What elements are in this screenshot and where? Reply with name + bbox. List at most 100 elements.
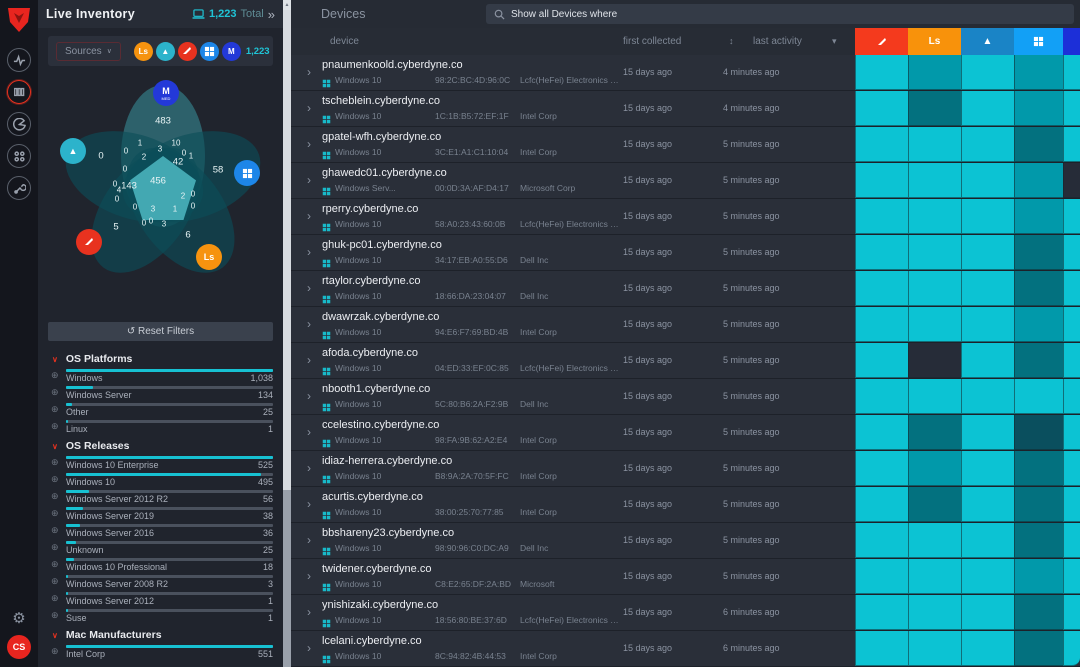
source-status-cell[interactable] xyxy=(1014,235,1063,270)
device-name[interactable]: twidener.cyberdyne.co xyxy=(322,563,431,575)
source-status-cell[interactable] xyxy=(855,235,908,270)
source-status-cell[interactable] xyxy=(908,199,961,234)
source-status-cell[interactable] xyxy=(1014,523,1063,558)
expand-row-icon[interactable]: › xyxy=(307,497,311,511)
source-status-cell[interactable] xyxy=(1063,55,1080,90)
filter-item[interactable]: ⊕Other25 xyxy=(52,401,273,418)
sources-dropdown[interactable]: Sources ∨ xyxy=(56,42,121,61)
scrollbar-thumb[interactable] xyxy=(283,10,291,490)
device-name[interactable]: ynishizaki.cyberdyne.co xyxy=(322,599,438,611)
device-name[interactable]: gpatel-wfh.cyberdyne.co xyxy=(322,131,441,143)
expand-row-icon[interactable]: › xyxy=(307,65,311,79)
device-name[interactable]: idiaz-herrera.cyberdyne.co xyxy=(322,455,452,467)
source-status-cell[interactable] xyxy=(855,163,908,198)
windows-source-column[interactable] xyxy=(1014,28,1063,55)
source-status-cell[interactable] xyxy=(908,307,961,342)
source-status-cell[interactable] xyxy=(1014,55,1063,90)
source-status-cell[interactable] xyxy=(908,523,961,558)
source-status-cell[interactable] xyxy=(961,523,1014,558)
source-status-cell[interactable] xyxy=(1014,127,1063,162)
expand-row-icon[interactable]: › xyxy=(307,281,311,295)
filter-item[interactable]: ⊕Windows Server 2008 R23 xyxy=(52,573,273,590)
source-status-cell[interactable] xyxy=(1014,451,1063,486)
add-filter-icon[interactable]: ⊕ xyxy=(51,387,59,398)
sources-venn-diagram[interactable]: 4834561434258560131002010040200130003MME… xyxy=(58,86,268,286)
source-status-cell[interactable] xyxy=(1063,379,1080,414)
source-status-cell[interactable] xyxy=(855,559,908,594)
device-row[interactable]: ›gpatel-wfh.cyberdyne.coWindows 103C:E1:… xyxy=(291,127,1080,162)
source-status-cell[interactable] xyxy=(961,91,1014,126)
source-status-cell[interactable] xyxy=(1014,631,1063,666)
source-status-cell[interactable] xyxy=(1014,595,1063,630)
source-status-cell[interactable] xyxy=(855,91,908,126)
device-row[interactable]: ›idiaz-herrera.cyberdyne.coWindows 10B8:… xyxy=(291,451,1080,486)
device-name[interactable]: pnaumenkoold.cyberdyne.co xyxy=(322,59,463,71)
source-status-cell[interactable] xyxy=(855,523,908,558)
filter-item[interactable]: ⊕Unknown25 xyxy=(52,539,273,556)
scroll-up-icon[interactable]: ▲ xyxy=(283,0,291,10)
expand-row-icon[interactable]: › xyxy=(307,569,311,583)
source-status-cell[interactable] xyxy=(1063,415,1080,450)
expand-row-icon[interactable]: › xyxy=(307,605,311,619)
device-name[interactable]: ccelestino.cyberdyne.co xyxy=(322,419,439,431)
add-filter-icon[interactable]: ⊕ xyxy=(51,474,59,485)
source-status-cell[interactable] xyxy=(1014,307,1063,342)
ls-source-icon[interactable]: Ls xyxy=(196,244,222,270)
source-status-cell[interactable] xyxy=(961,415,1014,450)
add-filter-icon[interactable]: ⊕ xyxy=(51,491,59,502)
filter-item[interactable]: ⊕Windows Server 201938 xyxy=(52,505,273,522)
source-status-cell[interactable] xyxy=(961,127,1014,162)
source-status-cell[interactable] xyxy=(908,271,961,306)
windows-source-icon[interactable] xyxy=(200,42,219,61)
device-name[interactable]: rperry.cyberdyne.co xyxy=(322,203,418,215)
add-filter-icon[interactable]: ⊕ xyxy=(51,646,59,657)
column-last-activity[interactable]: last activity xyxy=(753,36,802,47)
device-row[interactable]: ›twidener.cyberdyne.coWindows 10C8:E2:65… xyxy=(291,559,1080,594)
filter-section-title[interactable]: ∨OS Platforms xyxy=(38,348,283,367)
source-status-cell[interactable] xyxy=(908,631,961,666)
source-status-cell[interactable] xyxy=(908,163,961,198)
reset-filters-button[interactable]: ↺ Reset Filters xyxy=(48,322,273,341)
source-status-cell[interactable] xyxy=(1063,163,1080,198)
source-status-cell[interactable] xyxy=(1063,307,1080,342)
expand-row-icon[interactable]: › xyxy=(307,173,311,187)
source-status-cell[interactable] xyxy=(855,199,908,234)
device-row[interactable]: ›rperry.cyberdyne.coWindows 1058:A0:23:4… xyxy=(291,199,1080,234)
source-status-cell[interactable] xyxy=(961,631,1014,666)
source-status-cell[interactable] xyxy=(961,379,1014,414)
add-filter-icon[interactable]: ⊕ xyxy=(51,421,59,432)
device-name[interactable]: ghuk-pc01.cyberdyne.co xyxy=(322,239,442,251)
source-status-cell[interactable] xyxy=(908,559,961,594)
source-status-cell[interactable] xyxy=(855,55,908,90)
expand-row-icon[interactable]: › xyxy=(307,353,311,367)
device-name[interactable]: rtaylor.cyberdyne.co xyxy=(322,275,420,287)
source-status-cell[interactable] xyxy=(855,415,908,450)
source-status-cell[interactable] xyxy=(1063,595,1080,630)
source-status-cell[interactable] xyxy=(908,343,961,378)
device-row[interactable]: ›lcelani.cyberdyne.coWindows 108C:94:82:… xyxy=(291,631,1080,666)
column-first-collected[interactable]: first collected xyxy=(623,36,681,47)
device-row[interactable]: ›dwawrzak.cyberdyne.coWindows 1094:E6:F7… xyxy=(291,307,1080,342)
source-status-cell[interactable] xyxy=(1063,343,1080,378)
expand-row-icon[interactable]: › xyxy=(307,641,311,655)
device-name[interactable]: dwawrzak.cyberdyne.co xyxy=(322,311,439,323)
filter-section-title[interactable]: ∨OS Releases xyxy=(38,435,283,454)
device-name[interactable]: afoda.cyberdyne.co xyxy=(322,347,418,359)
add-filter-icon[interactable]: ⊕ xyxy=(51,525,59,536)
pie-icon[interactable] xyxy=(7,112,31,136)
sort-icon[interactable]: ↕ xyxy=(729,36,734,46)
filter-item[interactable]: ⊕Linux1 xyxy=(52,418,273,435)
filter-item[interactable]: ⊕Windows Server 20121 xyxy=(52,590,273,607)
filter-item[interactable]: ⊕Windows Server 2012 R256 xyxy=(52,488,273,505)
sort-desc-icon[interactable]: ▾ xyxy=(832,36,837,47)
brand-logo[interactable] xyxy=(6,6,32,34)
add-filter-icon[interactable]: ⊕ xyxy=(51,542,59,553)
source-status-cell[interactable] xyxy=(1063,523,1080,558)
source-status-cell[interactable] xyxy=(855,127,908,162)
source-status-cell[interactable] xyxy=(1063,631,1080,666)
device-name[interactable]: ghawedc01.cyberdyne.co xyxy=(322,167,447,179)
device-row[interactable]: ›nbooth1.cyberdyne.coWindows 105C:80:B6:… xyxy=(291,379,1080,414)
triangle-source-column[interactable]: ▲ xyxy=(961,28,1014,55)
source-status-cell[interactable] xyxy=(855,595,908,630)
source-status-cell[interactable] xyxy=(961,271,1014,306)
